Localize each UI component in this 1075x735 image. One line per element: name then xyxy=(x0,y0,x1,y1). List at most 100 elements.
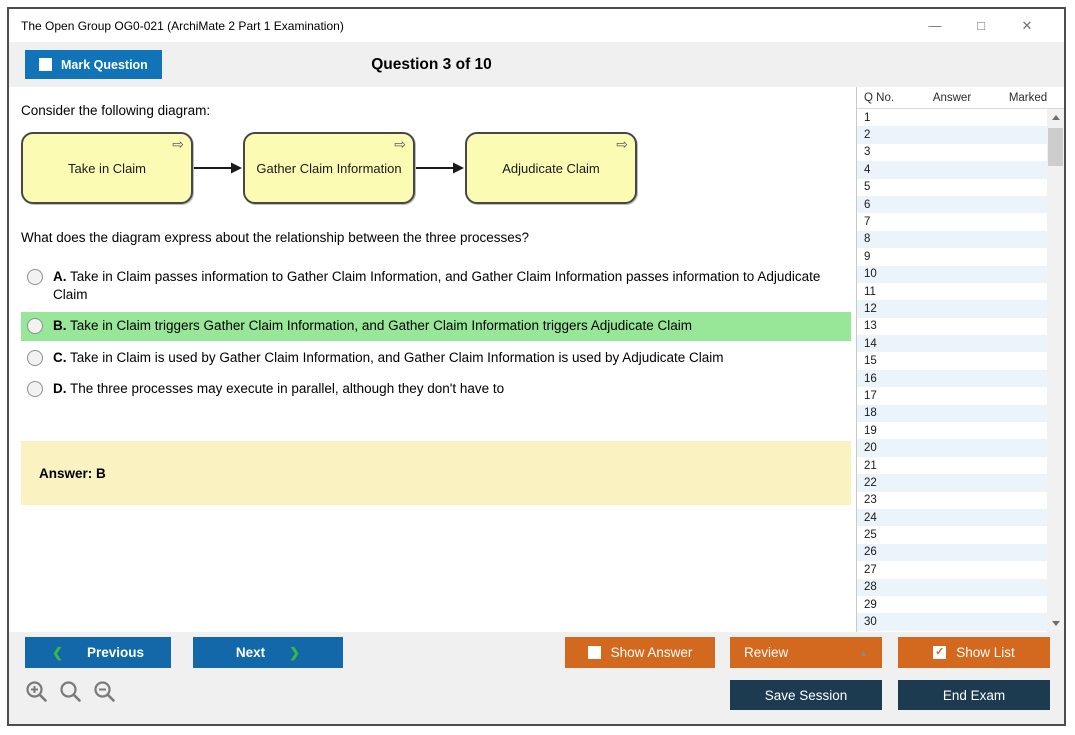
question-list-row[interactable]: 4 xyxy=(857,161,1047,179)
question-list-row[interactable]: 11 xyxy=(857,283,1047,300)
close-button[interactable]: ✕ xyxy=(1004,9,1050,42)
end-exam-button[interactable]: End Exam xyxy=(898,680,1050,710)
option-text: Take in Claim is used by Gather Claim In… xyxy=(70,349,724,365)
question-list-row[interactable]: 6 xyxy=(857,195,1047,214)
question-number: 27 xyxy=(864,563,877,576)
answer-option[interactable]: A. Take in Claim passes information to G… xyxy=(21,263,851,309)
option-text: Take in Claim triggers Gather Claim Info… xyxy=(70,318,693,334)
question-list-row[interactable]: 24 xyxy=(857,508,1047,527)
zoom-out-icon[interactable] xyxy=(93,680,117,704)
process-label: Gather Claim Information xyxy=(256,160,402,176)
question-list-row[interactable]: 7 xyxy=(857,213,1047,230)
next-button[interactable]: Next ❯ xyxy=(193,637,343,668)
question-list-row[interactable]: 15 xyxy=(857,352,1047,369)
question-number: 19 xyxy=(864,424,877,437)
question-list-row[interactable]: 23 xyxy=(857,492,1047,509)
question-number: 8 xyxy=(864,233,871,246)
question-list-row[interactable]: 10 xyxy=(857,265,1047,283)
previous-button[interactable]: ❮ Previous xyxy=(25,637,171,668)
answer-reveal-box: Answer: B xyxy=(21,441,851,506)
zoom-in-icon[interactable] xyxy=(25,680,49,704)
app-window: The Open Group OG0-021 (ArchiMate 2 Part… xyxy=(7,7,1066,726)
question-list-row[interactable]: 9 xyxy=(857,248,1047,265)
question-list-row[interactable]: 26 xyxy=(857,543,1047,562)
next-label: Next xyxy=(235,645,266,660)
answer-option[interactable]: D. The three processes may execute in pa… xyxy=(21,375,851,403)
question-list-row[interactable]: 14 xyxy=(857,335,1047,353)
zoom-reset-icon[interactable] xyxy=(59,680,83,704)
footer-bar: ❮ Previous Next ❯ Show Answer Review ▲ ✓… xyxy=(9,632,1064,724)
question-panel: Consider the following diagram: ⇨ Take i… xyxy=(9,87,854,632)
option-letter: B. xyxy=(53,318,67,334)
question-list-row[interactable]: 16 xyxy=(857,369,1047,388)
question-list-row[interactable]: 30 xyxy=(857,613,1047,631)
radio-option-b[interactable] xyxy=(27,318,43,335)
question-list-rows: 1 2 3 4 5 6 7 8 9 10 11 12 13 14 15 16 1… xyxy=(857,109,1047,632)
question-number: 23 xyxy=(864,494,877,507)
question-list-row[interactable]: 21 xyxy=(857,457,1047,474)
question-list-row[interactable]: 27 xyxy=(857,561,1047,578)
question-list-row[interactable]: 12 xyxy=(857,300,1047,318)
show-list-button[interactable]: ✓ Show List xyxy=(898,637,1050,668)
question-number: 1 xyxy=(864,111,871,124)
option-text: The three processes may execute in paral… xyxy=(70,380,505,396)
show-answer-label: Show Answer xyxy=(610,645,693,660)
show-answer-checkbox[interactable] xyxy=(587,646,601,659)
title-bar: The Open Group OG0-021 (ArchiMate 2 Part… xyxy=(9,9,1064,42)
question-number: 26 xyxy=(864,546,877,559)
answer-label: Answer: B xyxy=(39,465,106,481)
zoom-toolbar xyxy=(25,680,117,704)
radio-option-a[interactable] xyxy=(27,269,43,285)
question-number: 29 xyxy=(864,598,877,611)
answer-option[interactable]: B. Take in Claim triggers Gather Claim I… xyxy=(21,312,851,341)
question-number: 24 xyxy=(864,511,877,524)
process-label: Adjudicate Claim xyxy=(502,160,600,176)
question-list-row[interactable]: 28 xyxy=(857,578,1047,596)
process-box-take-in-claim: ⇨ Take in Claim xyxy=(21,132,193,204)
question-list-row[interactable]: 8 xyxy=(857,230,1047,249)
chevron-right-icon: ❯ xyxy=(289,644,301,660)
question-list-row[interactable]: 2 xyxy=(857,126,1047,144)
show-list-checkbox[interactable]: ✓ xyxy=(933,646,947,659)
radio-option-d[interactable] xyxy=(27,380,43,397)
question-number: 2 xyxy=(864,129,871,142)
column-marked: Marked xyxy=(1008,91,1048,104)
question-list-row[interactable]: 3 xyxy=(857,144,1047,161)
previous-label: Previous xyxy=(86,645,144,660)
question-list-row[interactable]: 5 xyxy=(857,179,1047,196)
maximize-button[interactable]: □ xyxy=(958,9,1004,42)
scroll-up-button[interactable] xyxy=(1047,109,1064,126)
list-scrollbar[interactable] xyxy=(1047,109,1064,632)
scroll-down-button[interactable] xyxy=(1047,615,1064,632)
end-exam-label: End Exam xyxy=(942,687,1006,703)
question-number: 15 xyxy=(864,355,877,368)
save-session-label: Save Session xyxy=(764,687,848,703)
scrollbar-thumb[interactable] xyxy=(1048,128,1063,166)
question-list-row[interactable]: 25 xyxy=(857,526,1047,543)
column-q-no: Q No. xyxy=(864,91,895,104)
answer-option[interactable]: C. Take in Claim is used by Gather Claim… xyxy=(21,344,851,372)
question-list-row[interactable]: 20 xyxy=(857,439,1047,457)
question-number: 18 xyxy=(864,407,877,420)
question-prompt: What does the diagram express about the … xyxy=(21,230,530,245)
minimize-button[interactable]: — xyxy=(912,9,958,42)
question-list-row[interactable]: 29 xyxy=(857,596,1047,613)
question-list-row[interactable]: 22 xyxy=(857,474,1047,492)
review-label: Review xyxy=(744,645,789,660)
chevron-left-icon: ❮ xyxy=(52,644,63,660)
question-number: 7 xyxy=(864,216,871,229)
question-list-row[interactable]: 13 xyxy=(857,318,1047,335)
show-answer-button[interactable]: Show Answer xyxy=(565,637,715,668)
question-number: 30 xyxy=(864,616,877,629)
trigger-arrow xyxy=(193,162,242,174)
question-number: 16 xyxy=(864,372,877,385)
question-number: 21 xyxy=(864,459,877,472)
save-session-button[interactable]: Save Session xyxy=(730,680,882,710)
radio-option-c[interactable] xyxy=(27,349,43,366)
question-list-row[interactable]: 17 xyxy=(857,387,1047,404)
question-list-row[interactable]: 1 xyxy=(857,109,1047,126)
question-list-row[interactable]: 18 xyxy=(857,404,1047,423)
review-dropdown[interactable]: Review ▲ xyxy=(730,637,882,668)
process-icon: ⇨ xyxy=(394,136,406,152)
question-list-row[interactable]: 19 xyxy=(857,422,1047,439)
